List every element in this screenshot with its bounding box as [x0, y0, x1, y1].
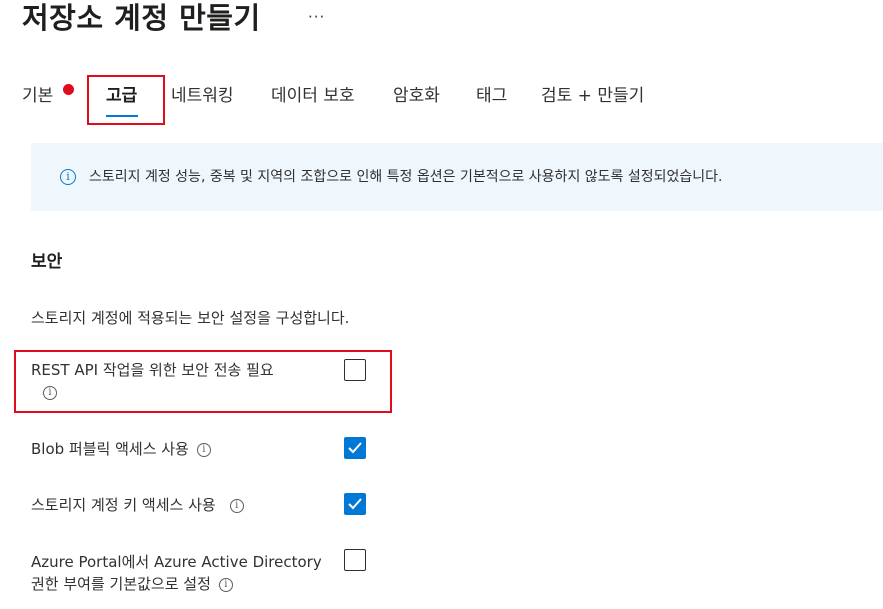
secure-transfer-checkbox[interactable] [344, 359, 366, 381]
tab-data-protection[interactable]: 데이터 보호 [271, 84, 355, 108]
checkmark-icon [348, 442, 362, 454]
security-section-description: 스토리지 계정에 적용되는 보안 설정을 구성합니다. [31, 309, 350, 327]
blob-public-access-label: Blob 퍼블릭 액세스 사용 i [31, 438, 211, 460]
tab-encryption[interactable]: 암호화 [393, 84, 440, 108]
info-icon[interactable]: i [196, 442, 211, 457]
setting-label-text: 스토리지 계정 키 액세스 사용 [31, 496, 216, 514]
info-icon[interactable]: i [43, 385, 57, 400]
info-icon[interactable]: i [229, 498, 244, 513]
info-icon: i [60, 169, 76, 185]
create-storage-account-page: 저장소 계정 만들기 ··· 기본 고급 네트워킹 데이터 보호 암호화 태그 … [0, 0, 883, 609]
setting-label-text: Blob 퍼블릭 액세스 사용 [31, 440, 189, 458]
tab-networking[interactable]: 네트워킹 [171, 84, 234, 108]
info-message-bar: i 스토리지 계정 성능, 중복 및 지역의 조합으로 인해 특정 옵션은 기본… [31, 143, 883, 211]
aad-default-auth-checkbox[interactable] [344, 549, 366, 571]
checkmark-icon [348, 498, 362, 510]
tab-tags[interactable]: 태그 [476, 84, 507, 108]
setting-label-text: Azure Portal에서 Azure Active Directory [31, 553, 322, 571]
tab-highlight-box [87, 75, 165, 125]
setting-label-text: REST API 작업을 위한 보안 전송 필요 [31, 361, 274, 379]
aad-default-auth-label: Azure Portal에서 Azure Active Directory 권한… [31, 551, 322, 595]
tab-basics[interactable]: 기본 [22, 84, 53, 108]
tab-review-create[interactable]: 검토 + 만들기 [541, 84, 644, 108]
account-key-access-label: 스토리지 계정 키 액세스 사용 i [31, 494, 244, 516]
blob-public-access-checkbox[interactable] [344, 437, 366, 459]
secure-transfer-label: REST API 작업을 위한 보안 전송 필요 i [31, 359, 274, 403]
error-indicator-icon [63, 84, 74, 95]
more-options-button[interactable]: ··· [308, 8, 325, 26]
info-icon[interactable]: i [218, 577, 233, 592]
page-title: 저장소 계정 만들기 [22, 1, 261, 35]
info-message-text: 스토리지 계정 성능, 중복 및 지역의 조합으로 인해 특정 옵션은 기본적으… [89, 169, 723, 185]
security-section-heading: 보안 [31, 252, 63, 272]
setting-label-text-line2: 권한 부여를 기본값으로 설정 [31, 575, 211, 593]
account-key-access-checkbox[interactable] [344, 493, 366, 515]
